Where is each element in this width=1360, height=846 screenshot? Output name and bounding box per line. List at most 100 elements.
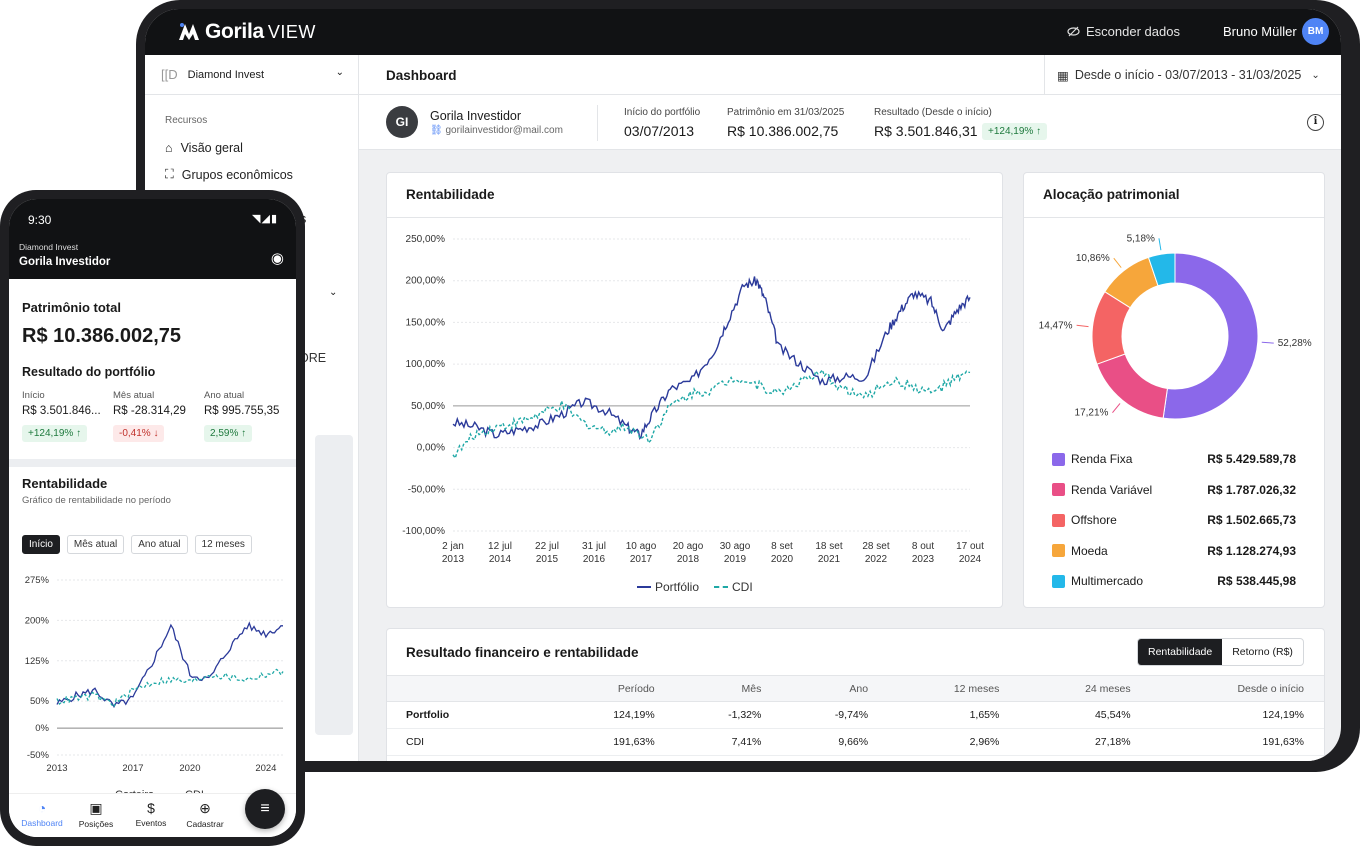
x-tick-label: 2014 <box>489 554 512 565</box>
y-tick-label: 100,00% <box>406 359 446 370</box>
donut-label: 14,47% <box>1039 320 1073 331</box>
view-toggle: Rentabilidade Retorno (R$) <box>1137 638 1304 666</box>
menu-icon: ≡ <box>260 800 270 817</box>
x-tick-label: 2017 <box>630 554 653 565</box>
table-row[interactable]: Portfolio 124,19% -1,32% -9,74% 1,65% 45… <box>387 701 1324 729</box>
nav-posicoes[interactable]: ▣ Posições <box>71 800 121 829</box>
workspace-icon: [[D <box>161 67 178 82</box>
x-tick-label: 28 set <box>862 541 889 552</box>
donut-leader-line <box>1076 324 1089 328</box>
phone-frame: 9:30 ◥◢▮ Diamond Invest Gorila Investido… <box>0 190 305 846</box>
menu-fab-button[interactable]: ≡ <box>245 789 285 829</box>
tab-rentabilidade[interactable]: Rentabilidade <box>1138 639 1223 665</box>
allocation-label: Multimercado <box>1071 574 1144 588</box>
tab-retorno[interactable]: Retorno (R$) <box>1222 639 1303 665</box>
nav-label: Eventos <box>135 818 167 828</box>
phone-header: 9:30 ◥◢▮ Diamond Invest Gorila Investido… <box>9 199 296 279</box>
start-label: Início do portfólio <box>624 107 701 118</box>
x-tick-label: 2018 <box>677 554 700 565</box>
result-value: R$ 3.501.846,31 <box>874 123 978 139</box>
x-tick-label: 2023 <box>912 554 935 565</box>
x-tick-label: 2021 <box>818 554 841 565</box>
nav-eventos[interactable]: $ Eventos <box>126 800 176 828</box>
equity-value: R$ 10.386.002,75 <box>727 123 839 139</box>
allocation-value: R$ 1.128.274,93 <box>1207 543 1296 558</box>
table-cell: 191,63% <box>1150 728 1324 756</box>
legend-label: CDI <box>732 580 753 594</box>
x-tick-label: 2019 <box>724 554 747 565</box>
info-icon[interactable]: i <box>1307 114 1324 131</box>
color-swatch <box>1052 544 1065 557</box>
equity-section: Patrimônio total R$ 10.386.002,75 Result… <box>9 279 296 459</box>
x-tick-label: 31 jul <box>582 541 606 552</box>
date-range-label: Desde o início - 03/07/2013 - 31/03/2025 <box>1074 68 1302 82</box>
sidebar-item-visao-geral[interactable]: ⌂ Visão geral <box>145 126 358 155</box>
status-badge: +124,19% ↑ <box>982 121 1048 140</box>
workspace-name: Diamond Invest <box>187 68 265 81</box>
hide-data-label: Esconder dados <box>1086 24 1180 39</box>
y-tick-label: 200,00% <box>406 276 446 287</box>
allocation-row[interactable]: Renda Fixa R$ 5.429.589,78 <box>1052 452 1296 466</box>
tab-inicio[interactable]: Início <box>22 535 60 554</box>
avatar[interactable]: BM <box>1302 18 1329 45</box>
tab-mes-atual[interactable]: Mês atual <box>66 535 125 554</box>
allocation-row[interactable]: Renda Variável R$ 1.787.026,32 <box>1052 483 1296 497</box>
x-tick-label: 2020 <box>771 554 794 565</box>
allocation-row[interactable]: Moeda R$ 1.128.274,93 <box>1052 544 1296 558</box>
result-title: Resultado do portfólio <box>22 365 156 379</box>
portfolio-summary: GI Gorila Investidor ⛓ gorilainvestidor@… <box>359 95 1341 150</box>
y-tick-label: -100,00% <box>402 526 445 537</box>
status-time: 9:30 <box>28 213 52 227</box>
equity-value: R$ 10.386.002,75 <box>22 325 182 347</box>
y-tick-label: 275% <box>25 575 50 586</box>
tab-12-meses[interactable]: 12 meses <box>194 535 252 554</box>
nav-dashboard[interactable]: ◔ Dashboard <box>17 800 67 828</box>
chevron-down-icon[interactable]: ⌄ <box>329 287 337 298</box>
sidebar-item-grupos[interactable]: ⛶ Grupos econômicos <box>145 155 358 182</box>
battery-icon: ▮ <box>270 213 278 225</box>
allocation-value: R$ 1.787.026,32 <box>1207 482 1296 497</box>
result-label: Resultado (Desde o início) <box>874 107 992 118</box>
table-cell: 1,65% <box>888 701 1020 729</box>
phone-screen: 9:30 ◥◢▮ Diamond Invest Gorila Investido… <box>9 199 296 837</box>
nav-cadastrar[interactable]: ⊕ Cadastrar <box>180 800 230 829</box>
investor-email[interactable]: ⛓ gorilainvestidor@mail.com <box>430 125 563 136</box>
hide-data-button[interactable]: Esconder dados <box>1067 24 1180 39</box>
status-icons: ◥◢▮ <box>252 212 278 225</box>
y-tick-label: 150,00% <box>406 317 446 328</box>
brand-logo[interactable]: Gorila VIEW <box>177 20 316 44</box>
chevron-down-icon: ⌄ <box>335 67 344 78</box>
nav-label: Dashboard <box>21 818 63 828</box>
table-cell: -1,32% <box>674 701 782 729</box>
y-tick-label: -50,00% <box>408 484 445 495</box>
equity-title: Patrimônio total <box>22 300 121 315</box>
table-cell: CDI <box>387 728 552 756</box>
table-row[interactable]: CDI 191,63% 7,41% 9,66% 2,96% 27,18% 191… <box>387 728 1324 756</box>
results-table: Período Mês Ano 12 meses 24 meses Desde … <box>387 675 1324 756</box>
table-cell: 9,66% <box>781 728 889 756</box>
donut-slice <box>1162 252 1259 420</box>
x-tick-label: 2024 <box>959 554 982 565</box>
eye-icon[interactable]: ◉ <box>271 249 284 267</box>
x-tick-label: 8 out <box>912 541 934 552</box>
org-name: Diamond Invest <box>19 242 79 252</box>
series-line-Carteira <box>56 621 283 709</box>
y-tick-label: 250,00% <box>406 234 446 245</box>
user-name[interactable]: Bruno Müller <box>1223 24 1297 39</box>
allocation-row[interactable]: Multimercado R$ 538.445,98 <box>1052 574 1296 588</box>
divider <box>1024 217 1324 218</box>
allocation-row[interactable]: Offshore R$ 1.502.665,73 <box>1052 513 1296 527</box>
alocacao-card: Alocação patrimonial 52,28% 17,21% 14,47% 1… <box>1023 172 1325 608</box>
workspace-select[interactable]: [[D Diamond Invest ⌄ <box>145 55 358 95</box>
table-cell: 2,96% <box>888 728 1020 756</box>
divider <box>597 105 598 141</box>
legend-line-solid <box>637 586 651 588</box>
investor-name: Gorila Investidor <box>19 256 111 268</box>
wallet-icon: ▣ <box>89 800 103 816</box>
date-range-picker[interactable]: ▦ Desde o início - 03/07/2013 - 31/03/20… <box>1044 55 1341 95</box>
legend-portfolio: Portfólio <box>637 580 699 594</box>
status-badge: 2,59% ↑ <box>204 423 253 442</box>
allocation-value: R$ 1.502.665,73 <box>1207 513 1296 527</box>
donut-label: 10,86% <box>1076 253 1110 264</box>
tab-ano-atual[interactable]: Ano atual <box>131 535 188 554</box>
